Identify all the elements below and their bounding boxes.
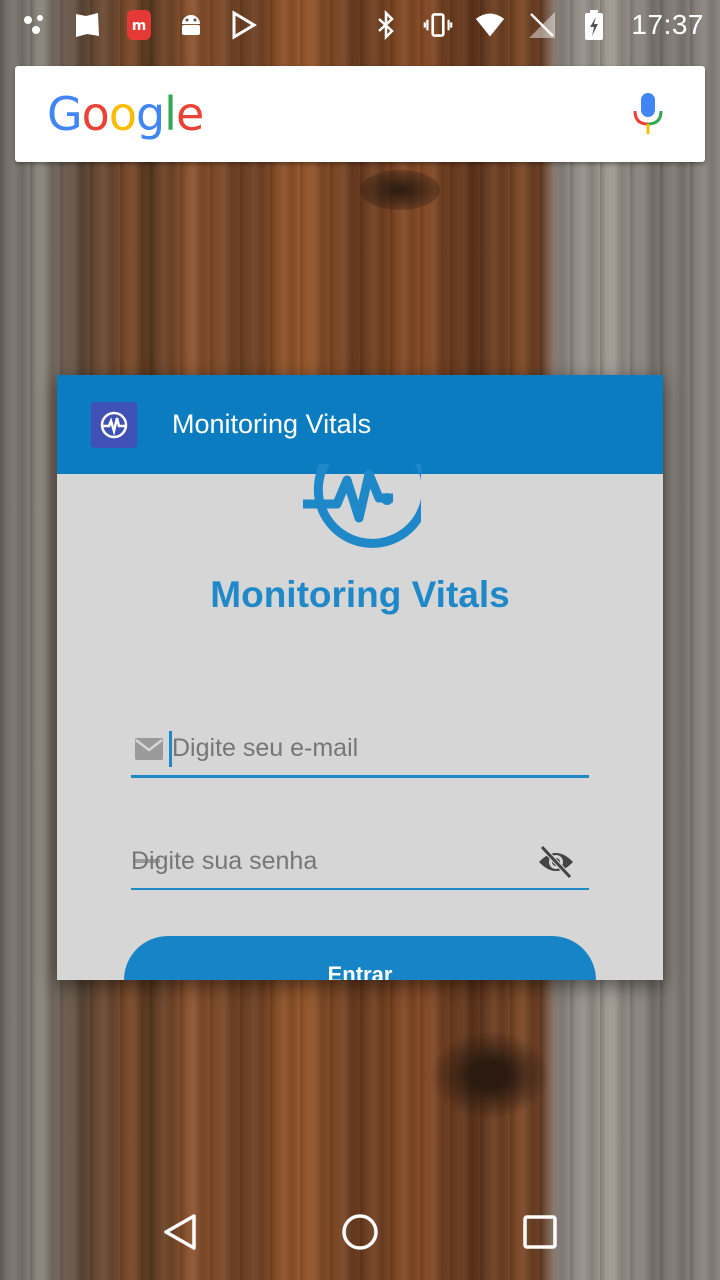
android-icon [176, 10, 206, 40]
svg-text:m: m [132, 18, 147, 34]
no-sim-icon [527, 10, 557, 40]
google-logo: Google [47, 87, 204, 141]
map-icon [72, 10, 102, 40]
mic-icon[interactable] [631, 91, 665, 137]
google-logo-letter: g [135, 87, 165, 141]
google-logo-letter: o [81, 87, 110, 141]
wallpaper-knot [430, 1030, 550, 1120]
status-right-icons: 17:37 [371, 9, 704, 41]
google-logo-letter: l [164, 87, 177, 141]
clock: 17:37 [631, 9, 704, 40]
login-heading: Monitoring Vitals [210, 574, 510, 615]
app-title: Monitoring Vitals [172, 409, 372, 439]
password-input-placeholder: Digite sua senha [131, 846, 318, 875]
battery-charging-icon [579, 10, 609, 40]
login-screen: Monitoring Vitals Digite seu e-mail Digi… [57, 444, 663, 980]
back-icon[interactable] [150, 1202, 210, 1262]
google-search-bar[interactable]: Google [15, 66, 705, 162]
mail-icon [133, 733, 165, 765]
vitals-icon [91, 401, 137, 448]
status-bar: m 17:37 [0, 0, 720, 50]
vibrate-icon [423, 10, 453, 40]
google-logo-letter: o [108, 87, 137, 141]
bluetooth-icon [371, 10, 401, 40]
status-left-icons: m [20, 10, 258, 40]
play-store-icon [228, 10, 258, 40]
google-logo-letter: G [47, 87, 83, 141]
app-window-card[interactable]: Monitoring Vitals Monitoring Vitals Digi… [57, 375, 663, 980]
navigation-bar [0, 1184, 720, 1280]
password-field[interactable]: Digite sua senha [131, 834, 589, 890]
google-logo-letter: e [175, 87, 204, 141]
visibility-off-icon[interactable] [537, 844, 575, 880]
email-field[interactable]: Digite seu e-mail [131, 722, 589, 778]
app-m-icon: m [124, 10, 154, 40]
email-input-placeholder: Digite seu e-mail [172, 734, 359, 762]
wifi-icon [475, 10, 505, 40]
app-titlebar[interactable]: Monitoring Vitals [57, 375, 663, 474]
recents-icon[interactable] [510, 1202, 570, 1262]
login-button[interactable]: Entrar [124, 936, 596, 980]
vitals-logo-icon [301, 444, 431, 556]
home-icon[interactable] [330, 1202, 390, 1262]
notification-dots-icon [20, 10, 50, 40]
wallpaper-knot [360, 170, 440, 210]
